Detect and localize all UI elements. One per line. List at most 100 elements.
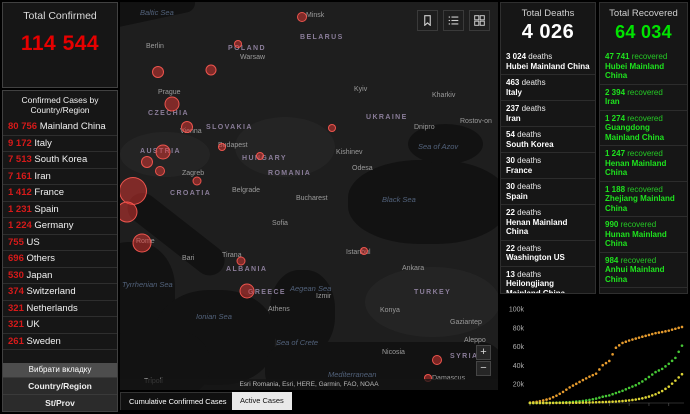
stat-unit: deaths [517,270,541,279]
tab-country-region[interactable]: Country/Region [3,377,117,394]
stat-region: Hubei Mainland China [605,62,682,81]
confirmed-region: France [32,187,64,198]
confirmed-region: Netherlands [24,303,78,314]
case-cluster-bubble[interactable] [133,234,152,253]
map-label-country: ALBANIA [226,266,267,273]
case-cluster-bubble[interactable] [155,166,165,176]
select-tab-button[interactable]: Вибрати вкладку [3,363,117,377]
case-cluster-bubble[interactable] [237,257,246,266]
confirmed-region: South Korea [32,154,87,165]
confirmed-list-item[interactable]: 1 224 Germany [3,218,117,235]
stat-region: Washington US [506,253,590,263]
confirmed-region: Iran [32,171,51,182]
death-list-item[interactable]: 30 deathsFrance [501,153,595,179]
stat-unit: recovered [627,114,663,123]
case-cluster-bubble[interactable] [240,284,255,299]
stat-unit: deaths [528,52,552,61]
stat-unit: recovered [627,88,663,97]
case-cluster-bubble[interactable] [141,156,153,168]
confirmed-count: 1 224 [8,220,32,231]
stat-count: 1 274 [605,114,627,123]
stat-region: Hubei Mainland China [506,62,590,72]
confirmed-count: 7 513 [8,154,32,165]
tab-cumulative-confirmed-cases[interactable]: Cumulative Confirmed Cases [120,392,236,410]
recovered-list-item[interactable]: 990 recoveredHunan Mainland China [600,217,687,253]
map[interactable]: Baltic SeaMinskBELARUSBerlinPOLANDWarsaw… [120,2,498,390]
death-list-item[interactable]: 22 deathsWashington US [501,241,595,267]
sea-shape-baltic [120,2,197,29]
stat-region: Guangdong Mainland China [605,123,682,142]
legend-list-icon[interactable] [443,10,464,31]
tab-active-cases[interactable]: Active Cases [232,392,292,410]
death-list-item[interactable]: 237 deathsIran [501,101,595,127]
case-cluster-bubble[interactable] [206,65,217,76]
stat-unit: recovered [627,185,663,194]
confirmed-list-item[interactable]: 696 Others [3,251,117,268]
confirmed-list: 80 756 Mainland China9 172 Italy7 513 So… [3,119,117,363]
zoom-in-button[interactable]: + [476,345,491,360]
confirmed-list-item[interactable]: 321 UK [3,317,117,334]
recovered-list-item[interactable]: 2 394 recoveredIran [600,85,687,111]
confirmed-list-item[interactable]: 261 Sweden [3,334,117,351]
confirmed-region: Sweden [24,336,61,347]
confirmed-list-item[interactable]: 9 172 Italy [3,136,117,153]
bookmark-icon[interactable] [417,10,438,31]
confirmed-count: 7 161 [8,171,32,182]
death-list-item[interactable]: 54 deathsSouth Korea [501,127,595,153]
confirmed-list-item[interactable]: 530 Japan [3,268,117,285]
case-cluster-bubble[interactable] [234,40,242,48]
recovered-list-item[interactable]: 1 247 recoveredHenan Mainland China [600,146,687,182]
svg-text:40k: 40k [513,363,525,370]
confirmed-list-item[interactable]: 374 Switzerland [3,284,117,301]
confirmed-list-item[interactable]: 80 756 Mainland China [3,119,117,136]
total-recovered-value: 64 034 [600,22,687,43]
confirmed-count: 755 [8,237,24,248]
confirmed-region: Spain [32,204,59,215]
case-cluster-bubble[interactable] [256,152,264,160]
case-cluster-bubble[interactable] [432,355,442,365]
map-label-city: Kyiv [354,86,367,93]
confirmed-list-item[interactable]: 1 231 Spain [3,202,117,219]
map-toolbar [417,10,490,31]
total-confirmed-title: Total Confirmed [3,3,117,22]
confirmed-list-item[interactable]: 7 161 Iran [3,169,117,186]
stat-count: 2 394 [605,88,627,97]
case-cluster-bubble[interactable] [165,97,180,112]
recovered-list-item[interactable]: 47 741 recoveredHubei Mainland China [600,49,687,85]
svg-text:60k: 60k [513,344,525,351]
tab-st-prov[interactable]: St/Prov [3,394,117,411]
death-list-item[interactable]: 22 deathsHenan Mainland China [501,205,595,241]
confirmed-list-item[interactable]: 1 412 France [3,185,117,202]
case-cluster-bubble[interactable] [156,145,171,160]
map-label-city: Berlin [146,43,164,50]
stat-count: 3 024 [506,52,528,61]
confirmed-count: 1 231 [8,204,32,215]
death-list-item[interactable]: 3 024 deathsHubei Mainland China [501,49,595,75]
case-cluster-bubble[interactable] [297,12,307,22]
stat-count: 984 [605,256,621,265]
stat-region: Iran [506,114,590,124]
confirmed-list-item[interactable]: 321 Netherlands [3,301,117,318]
death-list-item[interactable]: 30 deathsSpain [501,179,595,205]
case-cluster-bubble[interactable] [360,247,368,255]
confirmed-list-item[interactable]: 7 513 South Korea [3,152,117,169]
death-list-item[interactable]: 463 deathsItaly [501,75,595,101]
recovered-list-item[interactable]: 984 recoveredAnhui Mainland China [600,253,687,289]
death-list-item[interactable]: 13 deathsHeilongjiang Mainland China [501,267,595,294]
stat-unit: deaths [522,78,546,87]
zoom-out-button[interactable]: − [476,361,491,376]
basemap-grid-icon[interactable] [469,10,490,31]
total-deaths-value: 4 026 [501,21,595,44]
case-cluster-bubble[interactable] [193,177,202,186]
map-label-city: Prague [158,89,181,96]
confirmed-list-item[interactable]: 755 US [3,235,117,252]
case-cluster-bubble[interactable] [328,124,336,132]
stat-region: Henan Mainland China [605,159,682,178]
case-cluster-bubble[interactable] [152,66,164,78]
recovered-list: 47 741 recoveredHubei Mainland China2 39… [600,49,687,293]
case-cluster-bubble[interactable] [218,143,226,151]
case-cluster-bubble[interactable] [181,121,193,133]
stat-unit: recovered [632,52,668,61]
recovered-list-item[interactable]: 1 188 recoveredZhejiang Mainland China [600,182,687,218]
recovered-list-item[interactable]: 1 274 recoveredGuangdong Mainland China [600,111,687,147]
